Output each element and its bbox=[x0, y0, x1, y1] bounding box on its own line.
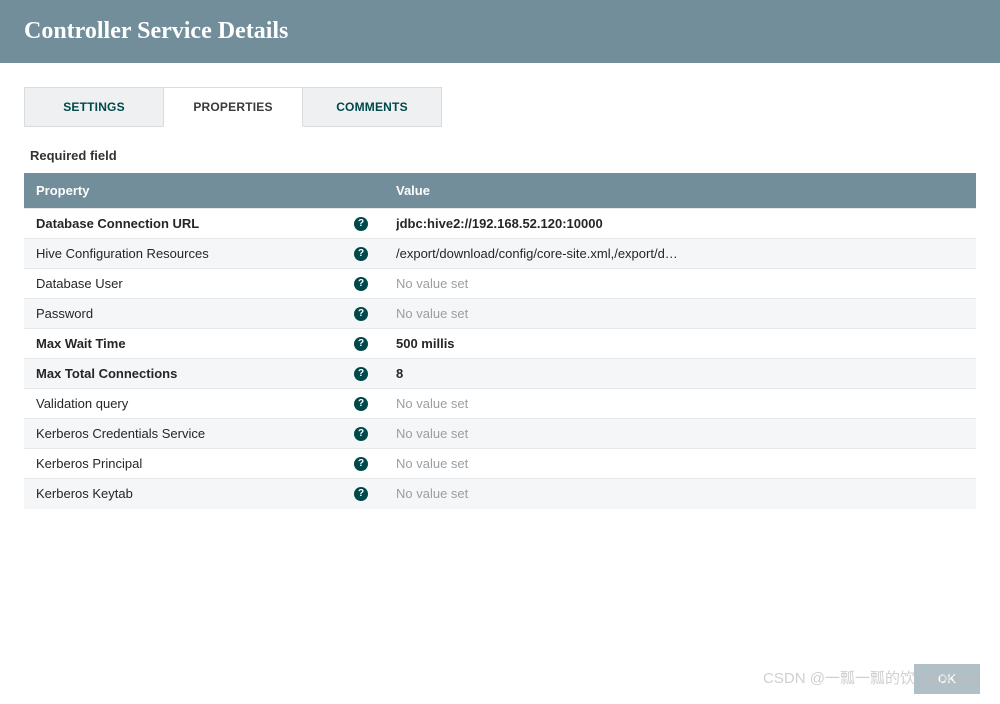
header-spacer bbox=[740, 173, 976, 209]
table-row[interactable]: Validation query? No value set bbox=[24, 389, 976, 419]
row-spacer bbox=[740, 209, 976, 239]
property-name: Password bbox=[36, 306, 93, 321]
required-field-label: Required field bbox=[30, 148, 976, 163]
table-row[interactable]: Kerberos Keytab? No value set bbox=[24, 479, 976, 509]
header-value: Value bbox=[384, 173, 740, 209]
property-value: 500 millis bbox=[396, 336, 455, 351]
property-value: 8 bbox=[396, 366, 403, 381]
help-icon[interactable]: ? bbox=[354, 247, 368, 261]
row-spacer bbox=[740, 449, 976, 479]
property-name: Max Total Connections bbox=[36, 366, 177, 381]
help-icon[interactable]: ? bbox=[354, 337, 368, 351]
tabs: SETTINGS PROPERTIES COMMENTS bbox=[24, 87, 976, 128]
property-name-cell: Kerberos Keytab? bbox=[36, 486, 372, 501]
tab-settings[interactable]: SETTINGS bbox=[24, 87, 164, 127]
property-name: Kerberos Credentials Service bbox=[36, 426, 205, 441]
property-value-unset: No value set bbox=[396, 396, 468, 411]
property-name: Database User bbox=[36, 276, 123, 291]
dialog-body: SETTINGS PROPERTIES COMMENTS Required fi… bbox=[0, 63, 1000, 533]
property-value-unset: No value set bbox=[396, 426, 468, 441]
table-row[interactable]: Password? No value set bbox=[24, 299, 976, 329]
property-name-cell: Max Total Connections? bbox=[36, 366, 372, 381]
property-name-cell: Kerberos Credentials Service? bbox=[36, 426, 372, 441]
dialog-title: Controller Service Details bbox=[24, 18, 288, 44]
dialog-header: Controller Service Details bbox=[0, 0, 1000, 63]
property-name: Hive Configuration Resources bbox=[36, 246, 209, 261]
properties-table: Property Value Database Connection URL? j… bbox=[24, 173, 976, 509]
row-spacer bbox=[740, 359, 976, 389]
row-spacer bbox=[740, 329, 976, 359]
table-row[interactable]: Hive Configuration Resources? /export/dow… bbox=[24, 239, 976, 269]
row-spacer bbox=[740, 479, 976, 509]
table-header-row: Property Value bbox=[24, 173, 976, 209]
row-spacer bbox=[740, 299, 976, 329]
help-icon[interactable]: ? bbox=[354, 307, 368, 321]
tab-comments[interactable]: COMMENTS bbox=[302, 87, 442, 127]
property-name-cell: Password? bbox=[36, 306, 372, 321]
help-icon[interactable]: ? bbox=[354, 427, 368, 441]
table-row[interactable]: Max Wait Time? 500 millis bbox=[24, 329, 976, 359]
property-name-cell: Kerberos Principal? bbox=[36, 456, 372, 471]
property-name-cell: Validation query? bbox=[36, 396, 372, 411]
property-value-unset: No value set bbox=[396, 276, 468, 291]
table-row[interactable]: Database Connection URL? jdbc:hive2://192… bbox=[24, 209, 976, 239]
property-value: jdbc:hive2://192.168.52.120:10000 bbox=[396, 216, 603, 231]
row-spacer bbox=[740, 389, 976, 419]
property-name-cell: Max Wait Time? bbox=[36, 336, 372, 351]
property-name-cell: Database Connection URL? bbox=[36, 216, 372, 231]
property-name: Max Wait Time bbox=[36, 336, 126, 351]
header-property: Property bbox=[24, 173, 384, 209]
row-spacer bbox=[740, 419, 976, 449]
property-name-cell: Hive Configuration Resources? bbox=[36, 246, 372, 261]
table-row[interactable]: Kerberos Credentials Service? No value se… bbox=[24, 419, 976, 449]
property-value-unset: No value set bbox=[396, 456, 468, 471]
help-icon[interactable]: ? bbox=[354, 367, 368, 381]
property-name: Validation query bbox=[36, 396, 128, 411]
help-icon[interactable]: ? bbox=[354, 217, 368, 231]
row-spacer bbox=[740, 239, 976, 269]
property-value-unset: No value set bbox=[396, 486, 468, 501]
property-value-unset: No value set bbox=[396, 306, 468, 321]
property-name: Kerberos Principal bbox=[36, 456, 142, 471]
tab-properties[interactable]: PROPERTIES bbox=[163, 87, 303, 127]
help-icon[interactable]: ? bbox=[354, 457, 368, 471]
help-icon[interactable]: ? bbox=[354, 397, 368, 411]
table-row[interactable]: Kerberos Principal? No value set bbox=[24, 449, 976, 479]
row-spacer bbox=[740, 269, 976, 299]
table-row[interactable]: Database User? No value set bbox=[24, 269, 976, 299]
property-name: Kerberos Keytab bbox=[36, 486, 133, 501]
ok-button[interactable]: OK bbox=[914, 664, 980, 694]
property-name-cell: Database User? bbox=[36, 276, 372, 291]
property-name: Database Connection URL bbox=[36, 216, 199, 231]
table-row[interactable]: Max Total Connections? 8 bbox=[24, 359, 976, 389]
help-icon[interactable]: ? bbox=[354, 487, 368, 501]
help-icon[interactable]: ? bbox=[354, 277, 368, 291]
property-value: /export/download/config/core-site.xml,/e… bbox=[396, 246, 678, 261]
